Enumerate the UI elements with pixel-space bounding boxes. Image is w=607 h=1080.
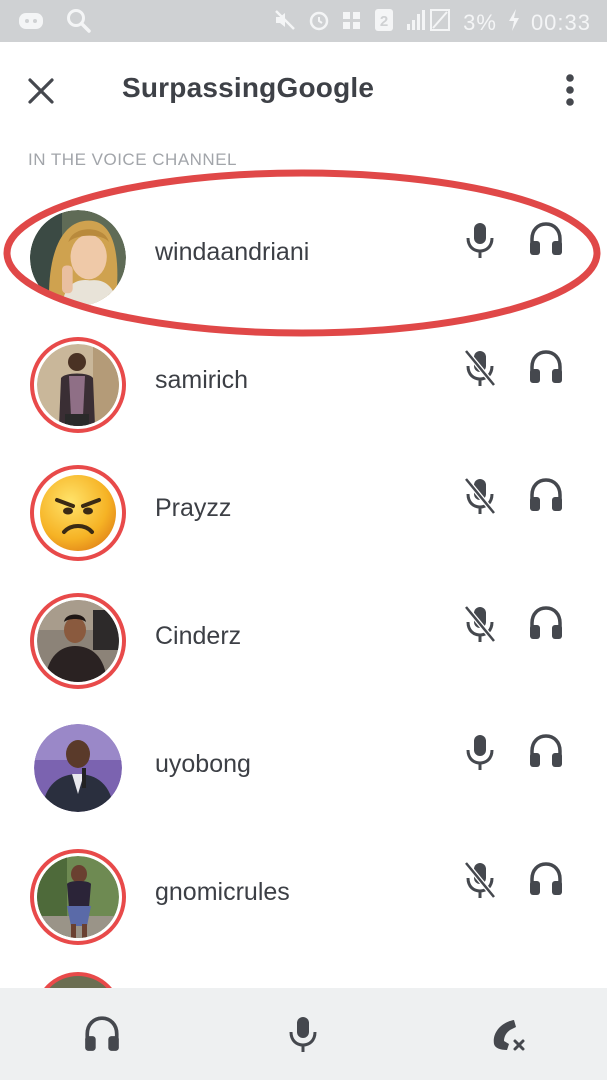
username: windaandriani: [155, 238, 310, 266]
mute-notification-icon: [273, 8, 297, 37]
voice-user-row[interactable]: windaandriani: [0, 184, 607, 312]
microphone-icon: [466, 735, 494, 770]
headphones-icon: [530, 222, 562, 255]
avatar: [30, 593, 126, 689]
charging-icon: [507, 8, 521, 37]
close-button[interactable]: [22, 72, 60, 110]
hd-signal-icon: [341, 8, 363, 37]
more-options-button[interactable]: [552, 70, 588, 112]
username: Prayzz: [155, 494, 232, 522]
avatar: [30, 849, 126, 945]
headphones-icon: [85, 1016, 119, 1051]
username: Cinderz: [155, 622, 242, 650]
alarm-icon: [307, 8, 331, 37]
signal-icon: [405, 8, 453, 37]
section-label: IN THE VOICE CHANNEL: [28, 150, 238, 169]
status-bar-right: 2 3% 00:33: [273, 7, 591, 38]
microphone-muted-icon: [464, 861, 496, 899]
headphones-icon: [530, 606, 562, 639]
search-notification-icon: [66, 8, 92, 39]
clock: 00:33: [530, 9, 591, 35]
avatar: [30, 337, 126, 433]
status-bar: 2 3% 00:33: [0, 0, 607, 42]
mic-status[interactable]: [462, 476, 498, 516]
svg-text:2: 2: [380, 13, 388, 30]
sim-icon: 2: [373, 7, 395, 38]
deafen-button[interactable]: [82, 1014, 122, 1054]
headphones-status[interactable]: [527, 604, 565, 642]
microphone-muted-icon: [464, 349, 496, 387]
avatar: [34, 724, 122, 812]
username: samirich: [155, 366, 249, 394]
voice-user-row[interactable]: samirich: [0, 312, 607, 440]
close-icon: [28, 78, 54, 104]
voice-user-row[interactable]: gnomicrules: [0, 824, 607, 952]
username: uyobong: [155, 750, 251, 778]
voice-user-row[interactable]: Prayzz: [0, 440, 607, 568]
headphones-icon: [530, 734, 562, 767]
headphones-status[interactable]: [527, 348, 565, 386]
headphones-status[interactable]: [527, 220, 565, 258]
disconnect-button[interactable]: [488, 1014, 528, 1054]
headphones-status[interactable]: [527, 476, 565, 514]
discord-notification-icon: [18, 10, 44, 37]
avatar: [30, 210, 126, 306]
voice-controls-bar: [0, 988, 607, 1080]
mic-status[interactable]: [462, 604, 498, 644]
mic-status[interactable]: [462, 732, 498, 772]
hang-up-icon: [493, 1020, 525, 1051]
mute-button[interactable]: [285, 1014, 325, 1054]
avatar: [30, 465, 126, 561]
voice-user-list: windaandriani samirich Prayzz Cinderz uy…: [0, 184, 607, 952]
username: gnomicrules: [155, 878, 290, 906]
microphone-icon: [466, 223, 494, 258]
voice-user-row[interactable]: uyobong: [0, 696, 607, 824]
mic-status[interactable]: [462, 220, 498, 260]
battery-percent: 3%: [463, 9, 497, 35]
mic-status[interactable]: [462, 348, 498, 388]
headphones-status[interactable]: [527, 732, 565, 770]
voice-user-row[interactable]: Cinderz: [0, 568, 607, 696]
headphones-icon: [530, 350, 562, 383]
headphones-icon: [530, 478, 562, 511]
headphones-icon: [530, 862, 562, 895]
status-bar-left: [18, 8, 92, 39]
headphones-status[interactable]: [527, 860, 565, 898]
microphone-icon: [289, 1017, 317, 1052]
more-vertical-icon: [566, 74, 574, 106]
header: SurpassingGoogle: [0, 42, 607, 138]
microphone-muted-icon: [464, 605, 496, 643]
mic-status[interactable]: [462, 860, 498, 900]
channel-title: SurpassingGoogle: [122, 72, 375, 103]
microphone-muted-icon: [464, 477, 496, 515]
